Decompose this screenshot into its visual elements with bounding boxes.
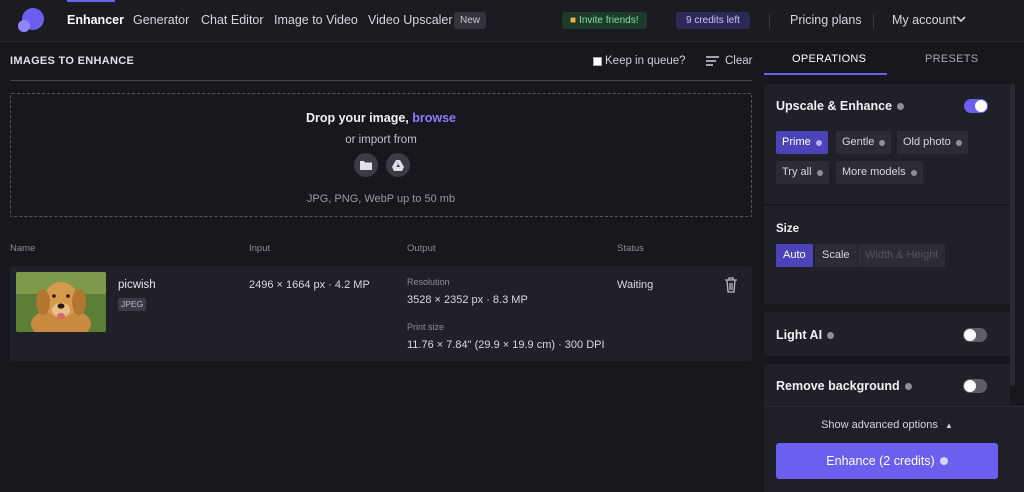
model-more-models[interactable]: More models	[836, 161, 923, 184]
remove-background-title: Remove background	[776, 379, 912, 393]
supported-formats: JPG, PNG, WebP up to 50 mb	[306, 193, 456, 205]
column-header-input: Input	[249, 243, 271, 254]
chip-label: More models	[842, 166, 906, 178]
nav-enhancer[interactable]: Enhancer	[67, 13, 124, 27]
column-header-output: Output	[407, 243, 436, 254]
folder-import-button[interactable]	[354, 153, 378, 177]
section-title: IMAGES TO ENHANCE	[10, 55, 135, 67]
drop-zone[interactable]: Drop your image, browse or import from J…	[10, 93, 752, 217]
keep-in-queue-label: Keep in queue?	[605, 55, 686, 67]
column-header-name: Name	[10, 243, 36, 254]
image-thumbnail	[16, 272, 106, 332]
upscale-title-text: Upscale & Enhance	[776, 99, 893, 113]
top-navigation: Enhancer Generator Chat Editor Image to …	[0, 0, 1024, 42]
credits-badge[interactable]: 9 credits left	[676, 12, 750, 29]
nav-pricing-plans[interactable]: Pricing plans	[790, 13, 862, 27]
new-badge: New	[454, 12, 487, 29]
operations-panel: OPERATIONS PRESETS Upscale & Enhance Pri…	[764, 42, 1024, 492]
checkbox-box[interactable]	[593, 56, 602, 66]
drop-title: Drop your image, browse	[11, 111, 751, 125]
file-type-badge: JPEG	[118, 298, 147, 311]
enhance-button[interactable]: Enhance (2 credits)	[776, 443, 998, 479]
status-text: Waiting	[617, 279, 654, 291]
logo-icon[interactable]	[18, 8, 44, 34]
clear-label: Clear	[725, 55, 753, 67]
folder-icon	[360, 161, 372, 170]
divider	[10, 80, 752, 81]
invite-friends-button[interactable]: ■ Invite friends!	[562, 12, 647, 29]
enhance-label: Enhance (2 credits)	[826, 454, 935, 468]
file-name: picwish	[118, 279, 156, 291]
clear-button[interactable]: Clear	[706, 55, 752, 67]
show-advanced-options[interactable]: Show advanced options ▲	[764, 419, 1010, 431]
size-auto[interactable]: Auto	[776, 244, 813, 267]
info-icon[interactable]	[955, 139, 962, 146]
nav-my-account[interactable]: My account	[892, 13, 956, 27]
info-icon[interactable]	[815, 139, 822, 146]
remove-background-title-text: Remove background	[776, 379, 900, 393]
info-icon[interactable]	[939, 457, 948, 465]
chevron-down-icon[interactable]	[955, 13, 967, 25]
upscale-enhance-card: Upscale & Enhance Prime Gentle Old photo…	[764, 84, 1010, 204]
clear-list-icon	[706, 56, 719, 66]
info-icon[interactable]	[879, 139, 886, 146]
info-icon[interactable]	[910, 169, 917, 176]
drop-title-text: Drop your image,	[305, 111, 409, 125]
browse-link[interactable]: browse	[412, 111, 456, 125]
nav-video-upscaler[interactable]: Video Upscaler	[368, 13, 453, 27]
output-resolution: 3528 × 2352 px · 8.3 MP	[407, 294, 528, 306]
divider	[873, 14, 874, 28]
info-icon[interactable]	[897, 102, 905, 110]
chip-label: Old photo	[903, 136, 951, 148]
size-title: Size	[776, 223, 800, 235]
import-from-label: or import from	[345, 134, 417, 146]
divider	[769, 14, 770, 28]
model-old-photo[interactable]: Old photo	[897, 131, 968, 154]
tab-operations[interactable]: OPERATIONS	[792, 53, 866, 65]
chevron-up-icon: ▲	[944, 421, 953, 430]
input-resolution: 2496 × 1664 px · 4.2 MP	[249, 279, 370, 291]
keep-in-queue-checkbox[interactable]: Keep in queue?	[593, 55, 686, 67]
size-card: Size Auto Scale Width & Height	[764, 206, 1010, 304]
chip-label: Try all	[782, 166, 812, 178]
light-ai-card: Light AI	[764, 312, 1010, 356]
info-icon[interactable]	[827, 331, 835, 339]
active-nav-indicator	[67, 0, 115, 2]
dog-photo-thumbnail	[16, 272, 106, 332]
remove-background-card: Remove background	[764, 364, 1010, 406]
info-icon[interactable]	[816, 169, 823, 176]
column-header-status: Status	[617, 243, 644, 254]
nav-generator[interactable]: Generator	[133, 13, 189, 27]
google-drive-import-button[interactable]	[386, 153, 410, 177]
light-ai-title: Light AI	[776, 328, 835, 342]
panel-scrollbar[interactable]	[1010, 84, 1015, 386]
model-gentle[interactable]: Gentle	[836, 131, 892, 154]
model-try-all[interactable]: Try all	[776, 161, 829, 184]
info-icon[interactable]	[904, 382, 912, 390]
google-drive-icon	[392, 159, 404, 171]
light-ai-title-text: Light AI	[776, 328, 823, 342]
trash-icon[interactable]	[724, 277, 738, 293]
active-tab-indicator	[764, 73, 887, 75]
remove-background-toggle[interactable]	[963, 379, 987, 393]
table-row: picwish JPEG 2496 × 1664 px · 4.2 MP Res…	[10, 266, 752, 361]
print-size-label: Print size	[407, 322, 445, 332]
size-width-height[interactable]: Width & Height	[858, 244, 946, 267]
model-prime[interactable]: Prime	[776, 131, 828, 154]
chip-label: Prime	[782, 136, 811, 148]
upscale-toggle[interactable]	[964, 99, 988, 113]
size-scale[interactable]: Scale	[815, 244, 857, 267]
print-size: 11.76 × 7.84" (29.9 × 19.9 cm) · 300 DPI	[407, 339, 605, 351]
gift-icon: ■	[570, 15, 577, 26]
nav-chat-editor[interactable]: Chat Editor	[201, 13, 264, 27]
resolution-label: Resolution	[407, 277, 450, 287]
invite-label: Invite friends!	[579, 15, 639, 26]
upscale-title: Upscale & Enhance	[776, 99, 905, 113]
nav-image-to-video[interactable]: Image to Video	[274, 13, 358, 27]
panel-footer: Show advanced options ▲ Enhance (2 credi…	[764, 406, 1024, 492]
advanced-label: Show advanced options	[821, 419, 938, 431]
light-ai-toggle[interactable]	[963, 328, 987, 342]
tab-presets[interactable]: PRESETS	[925, 53, 978, 65]
chip-label: Gentle	[842, 136, 875, 148]
